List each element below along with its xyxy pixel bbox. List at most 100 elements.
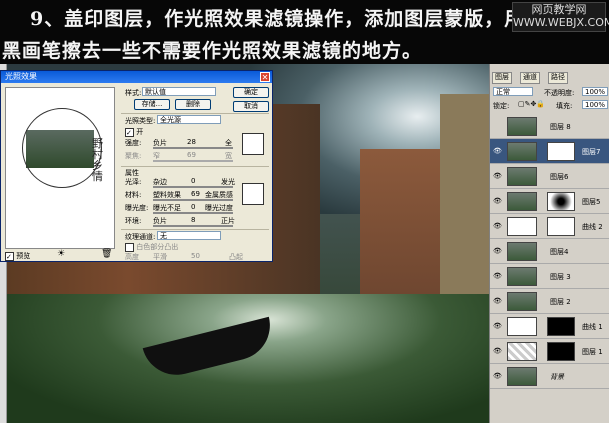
- eye-icon[interactable]: 👁: [493, 372, 502, 380]
- eye-icon[interactable]: 👁: [493, 197, 502, 205]
- layer-name: 曲线 1: [582, 323, 603, 331]
- lock-icons[interactable]: ▢✎✥🔒: [518, 100, 545, 108]
- layer-row-1[interactable]: 👁 图层 1: [490, 339, 609, 364]
- white-high-checkbox[interactable]: 白色部分凸出: [125, 242, 178, 252]
- layer-thumbnail: [507, 367, 537, 386]
- exposure-slider[interactable]: [153, 212, 233, 214]
- layer-thumbnail: [507, 242, 537, 261]
- layer-thumbnail: [507, 117, 537, 136]
- eye-icon[interactable]: 👁: [493, 147, 502, 155]
- material-label: 材料:: [125, 191, 142, 199]
- watermark-line-2: WWW.WEBJX.COM: [513, 16, 609, 29]
- curves-adjustment-icon: [507, 217, 537, 236]
- tab-paths[interactable]: 路径: [548, 72, 568, 84]
- layer-thumbnail: [507, 142, 537, 161]
- fill-label: 填充:: [556, 102, 573, 110]
- height-low-label: 平滑: [153, 253, 167, 261]
- light-color-swatch[interactable]: [242, 133, 264, 155]
- gloss-value: 0: [191, 177, 196, 185]
- blend-mode-select[interactable]: 正常: [493, 87, 533, 96]
- layer-thumbnail: [507, 342, 537, 361]
- layer-row-6[interactable]: 👁 图层6: [490, 164, 609, 189]
- fill-field[interactable]: 100%: [582, 100, 608, 109]
- save-button[interactable]: 存储...: [134, 99, 170, 110]
- divider: [121, 113, 269, 114]
- intensity-slider[interactable]: [153, 147, 233, 149]
- layer-row-7[interactable]: 👁 图层7: [490, 139, 609, 164]
- layer-row-3[interactable]: 👁 图层 3: [490, 264, 609, 289]
- ok-button[interactable]: 确定: [233, 87, 269, 98]
- cancel-button[interactable]: 取消: [233, 101, 269, 112]
- layer-name: 图层 2: [550, 298, 571, 306]
- gloss-label: 光泽:: [125, 178, 142, 186]
- material-value: 69: [191, 190, 200, 198]
- light-type-label: 光照类型:: [125, 117, 156, 125]
- eye-icon[interactable]: 👁: [493, 297, 502, 305]
- intensity-value: 28: [187, 138, 196, 146]
- visibility-off-icon[interactable]: [493, 122, 501, 130]
- layer-mask-thumbnail[interactable]: [547, 192, 575, 211]
- delete-button[interactable]: 删除: [175, 99, 211, 110]
- light-type-select[interactable]: 全光源: [157, 115, 221, 124]
- eye-icon[interactable]: 👁: [493, 322, 502, 330]
- eye-icon[interactable]: 👁: [493, 272, 502, 280]
- tab-layers[interactable]: 图层: [492, 72, 512, 84]
- ambience-value: 8: [191, 216, 196, 224]
- eye-icon[interactable]: 👁: [493, 247, 502, 255]
- eye-icon[interactable]: 👁: [493, 222, 502, 230]
- layer-row-curves-2[interactable]: 👁 曲线 2: [490, 214, 609, 239]
- layer-row-background[interactable]: 👁 背景: [490, 364, 609, 389]
- layer-name: 图层5: [582, 198, 601, 206]
- layer-row-2[interactable]: 👁 图层 2: [490, 289, 609, 314]
- close-icon[interactable]: ✕: [260, 72, 270, 82]
- layer-mask-thumbnail[interactable]: [547, 342, 575, 361]
- eye-icon[interactable]: 👁: [493, 347, 502, 355]
- light-on-check-icon[interactable]: ✓: [125, 127, 134, 137]
- white-high-label: 白色部分凸出: [136, 243, 179, 251]
- white-high-check-icon[interactable]: [125, 242, 134, 252]
- layer-name: 图层 8: [550, 123, 571, 131]
- material-slider[interactable]: [153, 199, 233, 201]
- texture-channel-label: 纹理通道:: [125, 233, 156, 241]
- light-preview[interactable]: 野村乡情: [5, 87, 115, 249]
- light-ellipse-handle[interactable]: [22, 108, 102, 188]
- trash-icon[interactable]: 🗑: [101, 249, 112, 259]
- layer-name: 图层 3: [550, 273, 571, 281]
- layer-row-8[interactable]: 图层 8: [490, 114, 609, 139]
- tab-channels[interactable]: 通道: [520, 72, 540, 84]
- divider: [121, 229, 269, 230]
- dialog-title: 光照效果: [5, 72, 37, 81]
- layer-row-4[interactable]: 👁 图层4: [490, 239, 609, 264]
- light-on-checkbox[interactable]: ✓ 开: [125, 127, 143, 137]
- layer-thumbnail: [507, 292, 537, 311]
- layer-mask-thumbnail[interactable]: [547, 317, 575, 336]
- eye-icon[interactable]: 👁: [493, 172, 502, 180]
- preview-checkbox[interactable]: ✓ 预览: [5, 251, 30, 261]
- preview-label: 预览: [16, 252, 31, 260]
- layer-row-curves-1[interactable]: 👁 曲线 1: [490, 314, 609, 339]
- intensity-label: 强度:: [125, 139, 142, 147]
- gloss-slider[interactable]: [153, 186, 233, 188]
- layer-thumbnail: [507, 267, 537, 286]
- style-select[interactable]: 默认值: [142, 87, 216, 96]
- ambient-color-swatch[interactable]: [242, 183, 264, 205]
- layer-row-5[interactable]: 👁 图层5: [490, 189, 609, 214]
- layer-name: 背景: [550, 373, 564, 381]
- layer-name: 曲线 2: [582, 223, 603, 231]
- ambience-slider[interactable]: [153, 225, 233, 227]
- lock-label: 锁定:: [493, 102, 510, 110]
- lighting-effects-dialog: 光照效果 ✕ 野村乡情 ✓ 预览 ☀ 🗑 样式: 默认值 存储... 删除 确定…: [0, 70, 273, 262]
- layer-name: 图层 1: [582, 348, 603, 356]
- texture-channel-select[interactable]: 无: [157, 231, 221, 240]
- focus-slider[interactable]: [153, 160, 233, 162]
- opacity-field[interactable]: 100%: [582, 87, 608, 96]
- layer-mask-thumbnail[interactable]: [547, 142, 575, 161]
- banner-line-1: 9、盖印图层，作光照效果滤镜操作，添加图层蒙版，用: [30, 8, 525, 30]
- preview-check-icon[interactable]: ✓: [5, 251, 14, 261]
- height-value: 50: [191, 252, 200, 260]
- calligraphy-image: 野村乡情: [92, 137, 103, 183]
- ambience-label: 环境:: [125, 217, 142, 225]
- dialog-titlebar[interactable]: 光照效果 ✕: [1, 71, 272, 83]
- layer-mask-thumbnail[interactable]: [547, 217, 575, 236]
- light-bulb-icon[interactable]: ☀: [57, 249, 65, 259]
